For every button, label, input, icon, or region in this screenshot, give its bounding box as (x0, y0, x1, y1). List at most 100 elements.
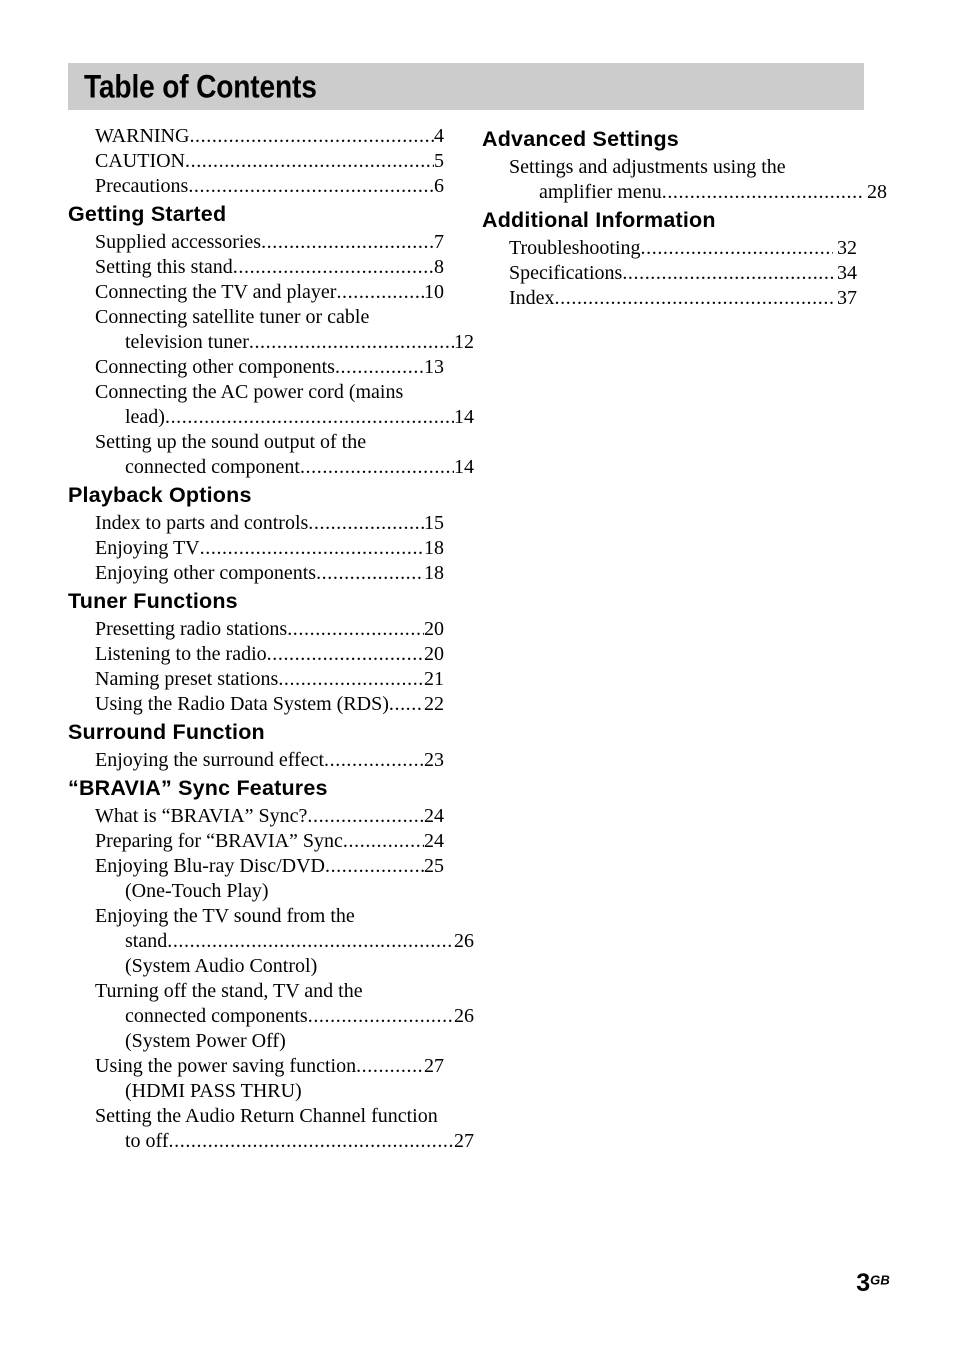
toc-entry[interactable]: What is “BRAVIA” Sync? 24 (68, 804, 444, 829)
toc-entry-page-number: 27 (424, 1055, 444, 1077)
toc-entry-page-number: 34 (837, 262, 857, 284)
toc-entry-title: Supplied accessories (95, 231, 262, 253)
toc-entry-page-number: 22 (424, 693, 444, 715)
toc-entry-title: Listening to the radio (95, 643, 267, 665)
toc-entry-line: WARNING 4 (95, 124, 444, 149)
toc-entry[interactable]: Specifications 34 (482, 261, 857, 286)
toc-entry-title: Settings and adjustments using the (509, 156, 786, 178)
toc-entry-line: Setting the Audio Return Channel functio… (95, 1104, 444, 1129)
toc-entry-title: lead) (125, 406, 165, 428)
toc-entry-line: (One-Touch Play) (95, 879, 474, 904)
toc-entry[interactable]: Connecting the AC power cord (mains lead)… (68, 380, 474, 430)
toc-entry-line: Listening to the radio 20 (95, 642, 444, 667)
toc-entry-page-number: 25 (424, 855, 444, 877)
toc-entry-title: Presetting radio stations (95, 618, 288, 640)
toc-column-left: WARNING 4 CAUTION 5 Precautions 6 Getting Star… (68, 124, 474, 1154)
toc-entry-list: What is “BRAVIA” Sync?24Preparing for “B… (68, 804, 474, 1154)
toc-entry-title: Preparing for “BRAVIA” Sync (95, 830, 343, 852)
toc-entry[interactable]: Enjoying the TV sound from the stand 26 (Sy… (68, 904, 474, 979)
toc-entry-line: Connecting the AC power cord (mains (95, 380, 444, 405)
toc-entry-title: Connecting the AC power cord (mains (95, 381, 404, 403)
toc-entry[interactable]: Preparing for “BRAVIA” Sync 24 (68, 829, 444, 854)
toc-entry[interactable]: Naming preset stations 21 (68, 667, 444, 692)
toc-entry-line: (HDMI PASS THRU) (95, 1079, 474, 1104)
toc-entry[interactable]: Turning off the stand, TV and the connect… (68, 979, 474, 1054)
toc-entry[interactable]: WARNING 4 (68, 124, 444, 149)
dot-leader (622, 261, 833, 286)
dot-leader (249, 330, 454, 355)
toc-entry-title: CAUTION (95, 150, 185, 172)
toc-entry[interactable]: Settings and adjustments using the amplif… (482, 155, 887, 205)
toc-entry-page-number: 15 (424, 512, 444, 534)
toc-entry-page-number: 6 (434, 175, 444, 197)
toc-entry-line: Precautions 6 (95, 174, 444, 199)
dot-leader (324, 748, 424, 773)
toc-entry-page-number: 24 (424, 830, 444, 852)
toc-entry[interactable]: Connecting the TV and player 10 (68, 280, 444, 305)
toc-entry[interactable]: Enjoying Blu-ray Disc/DVD 25 (One-Touch Pl… (68, 854, 444, 904)
toc-entry-line: lead) 14 (95, 405, 474, 430)
section-heading-surround-function: Surround Function (68, 720, 265, 744)
toc-entry-line: Connecting the TV and player 10 (95, 280, 444, 305)
toc-entry[interactable]: Enjoying other components 18 (68, 561, 444, 586)
toc-entry-title: (System Audio Control) (125, 955, 318, 977)
toc-entry-title: (System Power Off) (125, 1030, 286, 1052)
dot-leader (188, 174, 434, 199)
toc-entry-line: Specifications 34 (509, 261, 857, 286)
toc-entry[interactable]: Setting up the sound output of the connec… (68, 430, 474, 480)
toc-entry-list: Settings and adjustments using the amplif… (482, 155, 887, 205)
toc-entry-title: Setting the Audio Return Channel functio… (95, 1105, 438, 1127)
toc-entry-line: Setting this stand 8 (95, 255, 444, 280)
dot-leader (389, 692, 424, 717)
section-heading-tuner-functions: Tuner Functions (68, 589, 238, 613)
dot-leader (278, 667, 424, 692)
toc-entry[interactable]: Setting the Audio Return Channel functio… (68, 1104, 474, 1154)
toc-entry-page-number: 26 (454, 930, 474, 952)
section-heading-getting-started: Getting Started (68, 202, 227, 226)
toc-entry-line: to off 27 (95, 1129, 474, 1154)
toc-column-right: Advanced Settings Settings and adjustment… (482, 124, 887, 311)
dot-leader (325, 854, 424, 879)
toc-entry[interactable]: Index to parts and controls 15 (68, 511, 444, 536)
toc-entry[interactable]: Using the power saving function 27 (HDMI P… (68, 1054, 444, 1104)
toc-entry-line: Enjoying the surround effect 23 (95, 748, 444, 773)
toc-entry-title: Enjoying Blu-ray Disc/DVD (95, 855, 325, 877)
toc-entry-line: (System Audio Control) (95, 954, 474, 979)
toc-entry[interactable]: Connecting satellite tuner or cable telev… (68, 305, 474, 355)
toc-entry-line: amplifier menu 28 (509, 180, 887, 205)
toc-entry-line: Connecting satellite tuner or cable (95, 305, 444, 330)
toc-entry-line: Supplied accessories 7 (95, 230, 444, 255)
toc-entry[interactable]: Precautions 6 (68, 174, 444, 199)
toc-page: Table of Contents WARNING4CAUTION5Precau… (0, 0, 954, 1352)
toc-entry-title: Troubleshooting (509, 237, 641, 259)
page-footer: 3GB (856, 1271, 890, 1296)
toc-entry[interactable]: Setting this stand 8 (68, 255, 444, 280)
toc-entry-page-number: 21 (424, 668, 444, 690)
toc-entry[interactable]: Supplied accessories 7 (68, 230, 444, 255)
toc-entry-title: Using the Radio Data System (RDS) (95, 693, 389, 715)
toc-entry[interactable]: Presetting radio stations 20 (68, 617, 444, 642)
toc-entry[interactable]: Enjoying the surround effect 23 (68, 748, 444, 773)
toc-entry-title: Using the power saving function (95, 1055, 357, 1077)
toc-entry[interactable]: Connecting other components 13 (68, 355, 444, 380)
toc-entry-title: amplifier menu (539, 181, 662, 203)
dot-leader (308, 1004, 454, 1029)
dot-leader (662, 180, 863, 205)
dot-leader (189, 124, 434, 149)
toc-entry[interactable]: Index 37 (482, 286, 857, 311)
toc-entry[interactable]: Troubleshooting 32 (482, 236, 857, 261)
toc-entry-title: Setting up the sound output of the (95, 431, 367, 453)
toc-entry-title: Connecting satellite tuner or cable (95, 306, 370, 328)
dot-leader (233, 255, 434, 280)
toc-entry[interactable]: CAUTION 5 (68, 149, 444, 174)
toc-entry-title: Specifications (509, 262, 623, 284)
toc-entry[interactable]: Listening to the radio 20 (68, 642, 444, 667)
toc-entry-page-number: 4 (434, 125, 444, 147)
dot-leader (287, 617, 424, 642)
toc-entry[interactable]: Enjoying TV 18 (68, 536, 444, 561)
toc-entry[interactable]: Using the Radio Data System (RDS) 22 (68, 692, 444, 717)
toc-entry-page-number: 37 (837, 287, 857, 309)
toc-entry-line: Preparing for “BRAVIA” Sync 24 (95, 829, 444, 854)
toc-entry-line: Settings and adjustments using the (509, 155, 857, 180)
toc-entry-list: Index to parts and controls15Enjoying TV… (68, 511, 444, 586)
